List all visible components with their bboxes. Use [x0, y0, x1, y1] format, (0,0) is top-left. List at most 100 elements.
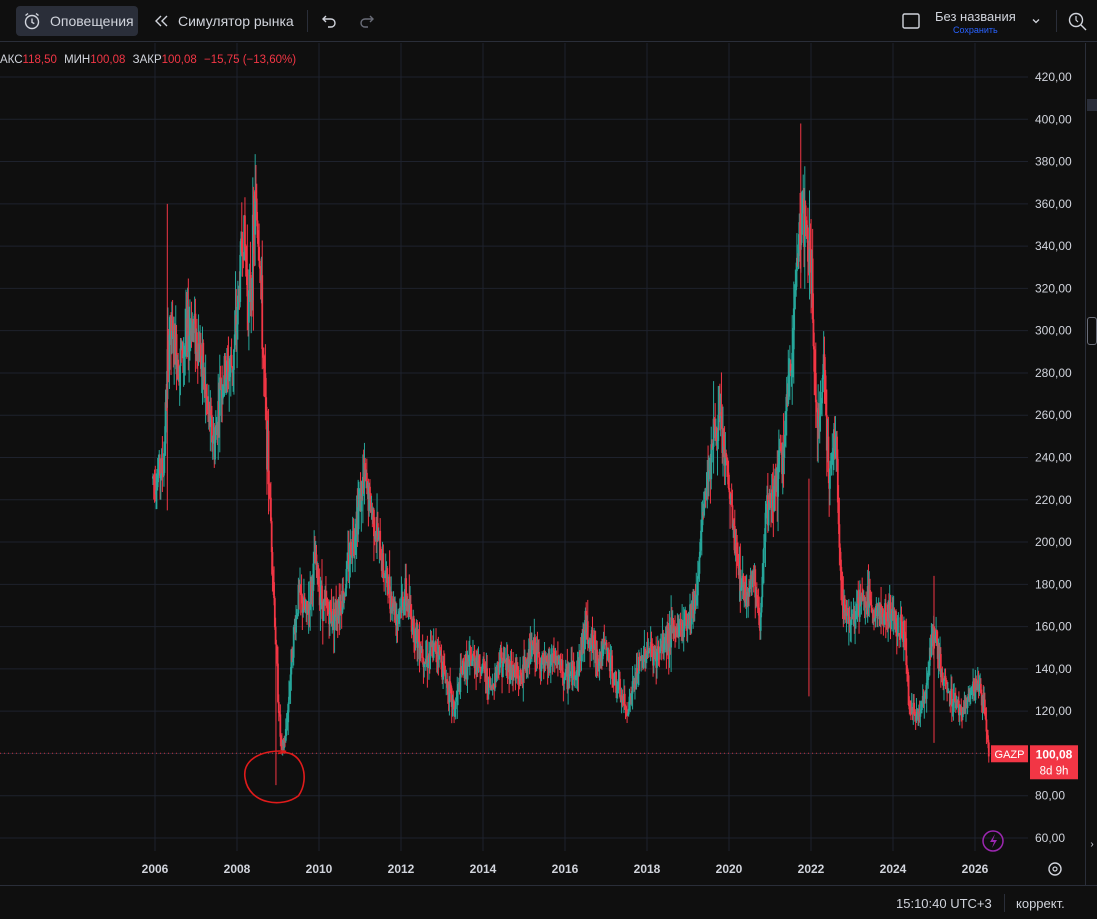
layout-checkbox[interactable]	[901, 6, 921, 36]
chevron-down-icon	[1030, 15, 1042, 27]
candle-body	[230, 354, 233, 367]
replay-button[interactable]: Симулятор рынка	[152, 6, 294, 36]
legend-min-key: МИН	[64, 54, 91, 66]
symbol-tag-label: GAZP	[995, 749, 1025, 761]
x-tick-label: 2012	[388, 862, 415, 876]
y-tick-label: 140,00	[1035, 662, 1072, 676]
candle-body	[814, 372, 817, 403]
legend-max-value: 118,50	[22, 54, 57, 66]
toolbar-divider	[307, 10, 308, 32]
y-tick-label: 80,00	[1035, 789, 1065, 803]
y-tick-label: 280,00	[1035, 366, 1072, 380]
candle-body	[698, 556, 701, 574]
y-tick-label: 200,00	[1035, 535, 1072, 549]
chart-svg[interactable]: 420,00 400,00 380,00 360,00 340,00 320,00 300,…	[0, 43, 1085, 881]
status-divider	[1004, 894, 1005, 912]
candle-body	[619, 678, 621, 697]
candle-body	[987, 742, 990, 757]
candle-body	[943, 680, 945, 686]
y-tick-label: 320,00	[1035, 281, 1072, 295]
candle-body	[873, 609, 875, 619]
panel-toggle-button[interactable]	[1087, 317, 1097, 345]
candle-body	[538, 651, 540, 658]
toolbar-divider	[1056, 10, 1057, 32]
candle-body	[767, 509, 770, 526]
layout-name[interactable]: Без названия	[935, 9, 1016, 24]
annotation-circle	[244, 750, 305, 804]
quick-search-button[interactable]	[1066, 6, 1088, 36]
price-tag-value: 100,08	[1036, 747, 1073, 761]
y-tick-label: 180,00	[1035, 577, 1072, 591]
legend-change: −15,75 (−13,60%)	[204, 54, 297, 66]
x-tick-label: 2014	[470, 862, 497, 876]
y-tick-label: 220,00	[1035, 493, 1072, 507]
y-tick-label: 360,00	[1035, 197, 1072, 211]
legend-close-value: 100,08	[161, 54, 197, 66]
x-tick-label: 2024	[880, 862, 907, 876]
alarm-clock-icon	[22, 11, 42, 31]
chart-area[interactable]: 420,00 400,00 380,00 360,00 340,00 320,00 300,…	[0, 43, 1085, 881]
panel-toggle-button[interactable]	[1087, 99, 1097, 111]
candle-body	[279, 714, 282, 737]
candle-body	[827, 436, 830, 473]
x-tick-label: 2006	[142, 862, 169, 876]
clock-timezone[interactable]: 15:10:40 UTC+3	[896, 896, 992, 911]
y-tick-label: 340,00	[1035, 239, 1072, 253]
expand-arrow-icon[interactable]: ›	[1087, 839, 1097, 857]
candle-body	[829, 468, 831, 489]
y-tick-label: 60,00	[1035, 831, 1065, 845]
candle-body	[321, 585, 323, 603]
redo-icon	[358, 12, 376, 30]
candle-body	[421, 649, 424, 658]
y-tick-label: 400,00	[1035, 112, 1072, 126]
replay-label: Симулятор рынка	[178, 13, 294, 29]
rewind-icon	[152, 12, 170, 30]
candle-body	[623, 693, 626, 706]
gear-icon[interactable]	[1048, 862, 1062, 876]
candle-body	[642, 656, 645, 668]
candle-body	[302, 610, 305, 613]
candle-body	[877, 606, 879, 617]
price-tag-countdown: 8d 9h	[1040, 765, 1069, 777]
x-tick-label: 2010	[306, 862, 333, 876]
x-tick-label: 2020	[716, 862, 743, 876]
candle-body	[807, 227, 809, 262]
save-link[interactable]: Сохранить	[953, 25, 998, 35]
y-tick-label: 300,00	[1035, 324, 1072, 338]
undo-button[interactable]	[320, 6, 338, 36]
candle-body	[534, 637, 536, 663]
candle-body	[966, 700, 969, 708]
y-tick-label: 420,00	[1035, 70, 1072, 84]
lightning-bolt-icon	[990, 834, 997, 848]
search-icon	[1066, 10, 1088, 32]
x-tick-label: 2008	[224, 862, 251, 876]
alerts-button[interactable]: Оповещения	[16, 6, 138, 36]
y-tick-label: 160,00	[1035, 620, 1072, 634]
redo-button[interactable]	[358, 6, 376, 36]
candle-body	[763, 547, 765, 563]
layout-menu-button[interactable]	[1030, 6, 1042, 36]
square-icon	[901, 11, 921, 31]
legend-close-key: ЗАКР	[132, 54, 162, 66]
candle-body	[261, 275, 264, 349]
legend-max-key: АКС	[0, 54, 23, 66]
gear-center-icon	[1052, 866, 1058, 872]
alerts-label: Оповещения	[50, 13, 134, 29]
candle-body	[330, 611, 333, 623]
candle-body	[923, 695, 926, 704]
candle-body	[273, 582, 275, 599]
candle-body	[613, 672, 616, 686]
y-tick-label: 380,00	[1035, 155, 1072, 169]
candle-body	[454, 701, 457, 710]
candle-body	[369, 486, 371, 494]
legend-min-value: 100,08	[90, 54, 126, 66]
candle-body	[821, 391, 823, 404]
right-panel-strip: ›	[1085, 43, 1097, 885]
candle-body	[214, 425, 217, 440]
candle-body	[244, 215, 246, 247]
y-tick-label: 260,00	[1035, 408, 1072, 422]
x-tick-label: 2026	[962, 862, 989, 876]
adjustment-toggle[interactable]: коррект.	[1016, 896, 1065, 911]
candle-body	[233, 349, 235, 370]
candle-body	[696, 576, 699, 596]
